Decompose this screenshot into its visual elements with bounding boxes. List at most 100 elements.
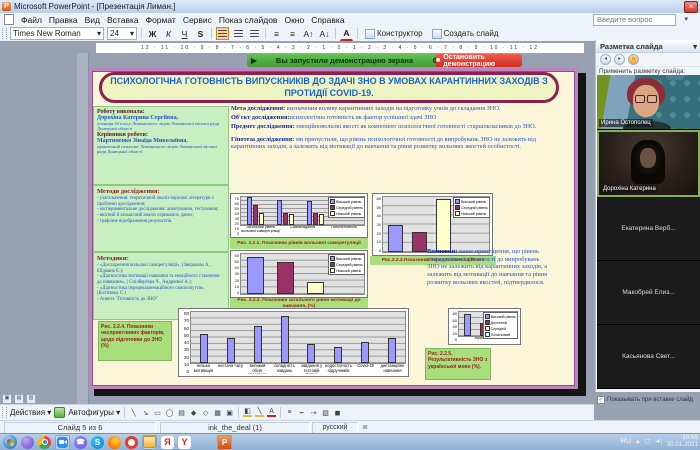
bar [388, 225, 403, 253]
bar [283, 213, 288, 225]
close-button[interactable]: × [684, 1, 698, 13]
wordart-icon[interactable]: ◆ [189, 409, 198, 417]
file-explorer-icon[interactable] [142, 435, 157, 450]
menu-file[interactable]: Файл [21, 15, 42, 25]
slide-sorter-button[interactable]: ▤ [14, 394, 24, 404]
slide-design-button[interactable]: Конструктор [362, 28, 426, 40]
font-name-combo[interactable]: Times New Roman▾ [10, 27, 104, 40]
menu-format[interactable]: Формат [146, 15, 176, 25]
line-style-icon[interactable]: ≡ [285, 409, 294, 416]
chart-preexam-wellbeing: 6050403020100Високий рівеньСередній ріве… [372, 193, 493, 256]
bullets-button[interactable]: ≡ [286, 27, 299, 40]
zoom-icon[interactable] [55, 435, 70, 450]
video-tile-makobrey[interactable]: Макобрей Елиз... [597, 261, 700, 325]
new-slide-button[interactable]: Создать слайд [429, 28, 502, 40]
fill-color-icon[interactable]: ◧ [243, 408, 252, 417]
chevron-down-icon[interactable]: ▾ [693, 42, 697, 51]
shadow-style-icon[interactable]: ▧ [321, 409, 330, 417]
align-right-button[interactable] [248, 27, 261, 40]
y-axis: 6050403020100 [233, 253, 240, 295]
menu-insert[interactable]: Вставка [107, 15, 139, 25]
network-icon[interactable]: ▢ [645, 438, 651, 445]
viber-icon[interactable]: ☎ [74, 436, 87, 449]
powerpoint-taskbar-icon[interactable]: P [217, 435, 232, 450]
arrow-style-icon[interactable]: ⇢ [309, 409, 318, 417]
3d-style-icon[interactable]: ◼ [333, 409, 342, 417]
clock[interactable]: 10:55 30.01.2021 [666, 435, 698, 449]
toolbar-handle[interactable] [2, 407, 7, 418]
align-center-button[interactable] [232, 27, 245, 40]
menu-edit[interactable]: Правка [49, 15, 78, 25]
italic-button[interactable]: К [162, 27, 175, 40]
video-tile-irina[interactable]: Ирина Остополец [597, 75, 700, 130]
purple-app-icon[interactable] [21, 436, 34, 449]
video-participants-strip: Ирина Остополец Дорохіна Катерина Екатер… [597, 75, 700, 389]
textbox-tool-icon[interactable]: ▤ [177, 409, 186, 417]
drawing-toolbar: Действия ▾ Автофигуры ▾ ╲ ↘ ▭ ◯ ▤ ◆ ◇ ▦ … [0, 404, 594, 420]
forward-button[interactable]: ▸ [614, 54, 625, 65]
object-text: психологічна готовність як фактор успішн… [289, 114, 436, 121]
author-details: учениця 10 класу Лиманського ліцею Лиман… [97, 121, 225, 132]
design-icon [365, 29, 375, 39]
align-left-button[interactable] [216, 27, 229, 40]
back-button[interactable]: ◂ [600, 54, 611, 65]
task-pane-header[interactable]: Разметка слайда ▾ [596, 40, 700, 53]
bar [464, 314, 471, 337]
checkbox-show-on-insert[interactable]: ✓ [597, 396, 605, 404]
slideshow-button[interactable]: ▥ [26, 394, 36, 404]
video-tile-kasyanova[interactable]: Касьянова Свет... [597, 325, 700, 389]
volume-icon[interactable]: ◄) [655, 439, 663, 445]
video-tile-ekaterina[interactable]: Екатерина Верб... [597, 197, 700, 261]
decrease-font-button[interactable]: А↓ [318, 27, 331, 40]
outline-pane-strip[interactable] [77, 53, 89, 405]
strip-collapse-handle[interactable] [666, 75, 684, 80]
numbering-button[interactable]: ≡ [270, 27, 283, 40]
yandex-icon[interactable]: Я [161, 436, 174, 449]
diagram-icon[interactable]: ◇ [201, 409, 210, 417]
arrow-tool-icon[interactable]: ↘ [141, 409, 150, 417]
menu-tools[interactable]: Сервис [183, 15, 212, 25]
autoshapes-button[interactable]: Автофигуры ▾ [68, 408, 120, 417]
opera-icon[interactable] [125, 436, 138, 449]
menu-window[interactable]: Окно [284, 15, 304, 25]
hidden-icons-icon[interactable]: ▲ [635, 439, 641, 445]
bold-button[interactable]: Ж [146, 27, 159, 40]
question-input[interactable]: Введите вопрос [593, 14, 676, 26]
new-slide-icon [432, 29, 442, 39]
firefox-icon[interactable] [108, 436, 121, 449]
underline-button[interactable]: Ч [178, 27, 191, 40]
skype-icon[interactable]: S [91, 436, 104, 449]
slide-canvas[interactable]: ПСИХОЛОГІЧНА ГОТОВНІСТЬ ВИПУСКНИКІВ ДО З… [89, 68, 578, 389]
home-button[interactable]: ⌂ [628, 54, 639, 65]
video-tile-dorokhina[interactable]: Дорохіна Катерина [597, 130, 700, 197]
line-color-icon[interactable]: ╲ [255, 408, 264, 417]
methods-item: - графічне відображення результатів. [97, 219, 225, 225]
increase-font-button[interactable]: А↑ [302, 27, 315, 40]
chevron-down-icon[interactable]: ▾ [684, 15, 688, 23]
oval-tool-icon[interactable]: ◯ [165, 409, 174, 417]
normal-view-button[interactable]: ▣ [2, 394, 12, 404]
toolbar-handle[interactable] [2, 28, 7, 39]
menu-slideshow[interactable]: Показ слайдов [219, 15, 278, 25]
draw-actions-button[interactable]: Действия ▾ [10, 408, 51, 417]
language-indicator[interactable]: RU [621, 438, 631, 445]
font-size-combo[interactable]: 24▾ [107, 27, 137, 40]
rectangle-tool-icon[interactable]: ▭ [153, 409, 162, 417]
font-color-icon[interactable]: А [267, 408, 276, 417]
dash-style-icon[interactable]: ┅ [297, 409, 306, 417]
methodiki-item: - «Дослідження вольової саморегуляції», … [97, 263, 225, 274]
author-block: Роботу виконала: Дорохіна Катерина Сергі… [93, 106, 229, 185]
font-color-button[interactable]: А [340, 27, 353, 41]
menu-view[interactable]: Вид [85, 15, 100, 25]
stop-share-button[interactable]: ■ Остановить демонстрацию [436, 54, 522, 67]
menu-help[interactable]: Справка [311, 15, 344, 25]
chrome-icon[interactable] [38, 436, 51, 449]
x-axis-labels: низька мотиваціянестача часувеликий обся… [190, 364, 406, 374]
yandex-browser-icon[interactable]: Y [178, 436, 191, 449]
picture-icon[interactable]: ▣ [225, 409, 234, 417]
select-objects-icon[interactable] [54, 407, 65, 418]
clipart-icon[interactable]: ▦ [213, 409, 222, 417]
start-button[interactable] [3, 435, 17, 449]
line-tool-icon[interactable]: ╲ [129, 409, 138, 417]
text-shadow-button[interactable]: S [194, 27, 207, 40]
